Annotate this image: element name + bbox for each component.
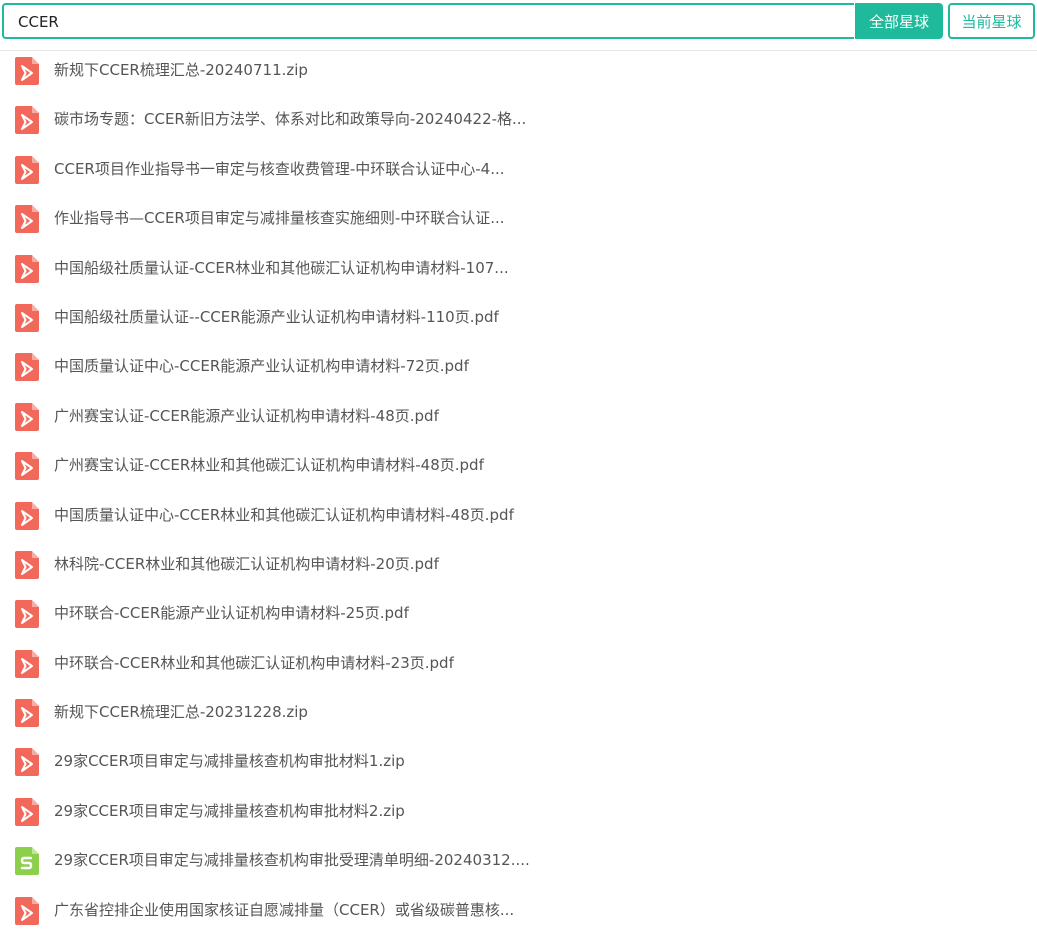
- search-field-wrapper[interactable]: [2, 3, 854, 39]
- pdf-icon: [13, 550, 41, 580]
- file-item[interactable]: 29家CCER项目审定与减排量核查机构审批材料2.zip: [0, 787, 1037, 836]
- file-name: 中国质量认证中心-CCER林业和其他碳汇认证机构申请材料-48页.pdf: [54, 505, 514, 524]
- file-name: 新规下CCER梳理汇总-20240711.zip: [54, 61, 308, 79]
- pdf-icon: [13, 599, 41, 629]
- file-item[interactable]: 中环联合-CCER林业和其他碳汇认证机构申请材料-23页.pdf: [0, 639, 1037, 688]
- search-all-planets-button[interactable]: 全部星球: [855, 3, 943, 39]
- pdf-icon: [13, 451, 41, 481]
- file-item[interactable]: 作业指导书—CCER项目审定与减排量核查实施细则-中环联合认证...: [0, 194, 1037, 243]
- search-current-planet-button[interactable]: 当前星球: [948, 3, 1035, 39]
- pdf-icon: [13, 797, 41, 827]
- file-item[interactable]: 新规下CCER梳理汇总-20231228.zip: [0, 688, 1037, 737]
- file-item[interactable]: 中国质量认证中心-CCER林业和其他碳汇认证机构申请材料-48页.pdf: [0, 491, 1037, 540]
- file-name: CCER项目作业指导书一审定与核查收费管理-中环联合认证中心-4...: [54, 159, 505, 178]
- file-name: 作业指导书—CCER项目审定与减排量核查实施细则-中环联合认证...: [54, 209, 505, 228]
- file-list: 新规下CCER梳理汇总-20240711.zip 碳市场专题：CCER新旧方法学、…: [0, 46, 1037, 935]
- search-input[interactable]: [16, 5, 840, 39]
- file-item[interactable]: 中国质量认证中心-CCER能源产业认证机构申请材料-72页.pdf: [0, 342, 1037, 391]
- pdf-icon: [13, 896, 41, 926]
- pdf-icon: [13, 155, 41, 185]
- file-item[interactable]: 广州赛宝认证-CCER林业和其他碳汇认证机构申请材料-48页.pdf: [0, 441, 1037, 490]
- pdf-icon: [13, 698, 41, 728]
- file-name: 广州赛宝认证-CCER林业和其他碳汇认证机构申请材料-48页.pdf: [54, 456, 484, 475]
- file-name: 林科院-CCER林业和其他碳汇认证机构申请材料-20页.pdf: [54, 554, 439, 573]
- pdf-icon: [13, 303, 41, 333]
- file-name: 广东省控排企业使用国家核证自愿减排量（CCER）或省级碳普惠核...: [54, 900, 515, 919]
- pdf-icon: [13, 254, 41, 284]
- file-item[interactable]: 29家CCER项目审定与减排量核查机构审批材料1.zip: [0, 737, 1037, 786]
- pdf-icon: [13, 204, 41, 234]
- file-name: 29家CCER项目审定与减排量核查机构审批材料2.zip: [54, 801, 405, 820]
- pdf-icon: [13, 352, 41, 382]
- file-item[interactable]: 林科院-CCER林业和其他碳汇认证机构申请材料-20页.pdf: [0, 540, 1037, 589]
- file-item[interactable]: 中环联合-CCER能源产业认证机构申请材料-25页.pdf: [0, 589, 1037, 638]
- file-name: 中国质量认证中心-CCER能源产业认证机构申请材料-72页.pdf: [54, 357, 469, 376]
- pdf-icon: [13, 649, 41, 679]
- file-item[interactable]: 中国船级社质量认证--CCER能源产业认证机构申请材料-110页.pdf: [0, 293, 1037, 342]
- file-name: 碳市场专题：CCER新旧方法学、体系对比和政策导向-20240422-格...: [54, 110, 527, 129]
- file-name: 29家CCER项目审定与减排量核查机构审批材料1.zip: [54, 752, 405, 771]
- file-name: 广州赛宝认证-CCER能源产业认证机构申请材料-48页.pdf: [54, 406, 439, 425]
- file-name: 中环联合-CCER林业和其他碳汇认证机构申请材料-23页.pdf: [54, 653, 454, 672]
- pdf-icon: [13, 402, 41, 432]
- file-item[interactable]: 29家CCER项目审定与减排量核查机构审批受理清单明细-20240312....: [0, 836, 1037, 885]
- file-item[interactable]: 中国船级社质量认证-CCER林业和其他碳汇认证机构申请材料-107...: [0, 244, 1037, 293]
- file-name: 中国船级社质量认证--CCER能源产业认证机构申请材料-110页.pdf: [54, 307, 499, 326]
- file-name: 29家CCER项目审定与减排量核查机构审批受理清单明细-20240312....: [54, 851, 530, 870]
- pdf-icon: [13, 56, 41, 86]
- file-item[interactable]: 新规下CCER梳理汇总-20240711.zip: [0, 46, 1037, 95]
- sheet-icon: [13, 846, 41, 876]
- file-item[interactable]: 广东省控排企业使用国家核证自愿减排量（CCER）或省级碳普惠核...: [0, 886, 1037, 935]
- pdf-icon: [13, 105, 41, 135]
- file-item[interactable]: 广州赛宝认证-CCER能源产业认证机构申请材料-48页.pdf: [0, 392, 1037, 441]
- file-item[interactable]: 碳市场专题：CCER新旧方法学、体系对比和政策导向-20240422-格...: [0, 95, 1037, 144]
- search-bar: 全部星球 当前星球: [0, 0, 1037, 48]
- pdf-icon: [13, 747, 41, 777]
- file-name: 中环联合-CCER能源产业认证机构申请材料-25页.pdf: [54, 604, 409, 623]
- file-name: 新规下CCER梳理汇总-20231228.zip: [54, 703, 308, 722]
- file-name: 中国船级社质量认证-CCER林业和其他碳汇认证机构申请材料-107...: [54, 258, 509, 277]
- file-item[interactable]: CCER项目作业指导书一审定与核查收费管理-中环联合认证中心-4...: [0, 145, 1037, 194]
- pdf-icon: [13, 501, 41, 531]
